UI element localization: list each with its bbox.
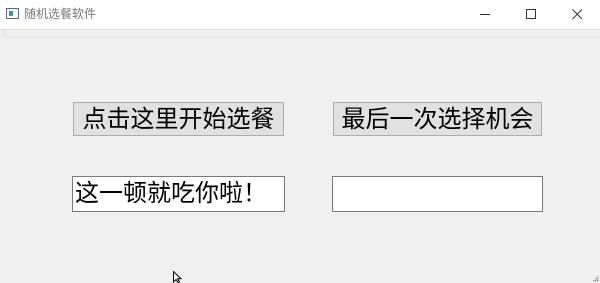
maximize-icon: [526, 9, 536, 19]
app-window: 随机选餐软件 ⋮ 点击这里开始选餐 最后一次选择机会 这一顿就吃你啦！: [0, 0, 600, 283]
resize-grip-icon[interactable]: [593, 276, 599, 282]
maximize-button[interactable]: [509, 0, 555, 29]
result-field[interactable]: 这一顿就吃你啦！: [72, 176, 285, 212]
window-title: 随机选餐软件: [24, 7, 97, 21]
close-button[interactable]: [555, 0, 600, 29]
minimize-icon: [480, 14, 490, 15]
second-result-field[interactable]: [332, 176, 543, 212]
minimize-button[interactable]: [463, 0, 509, 29]
title-bar[interactable]: 随机选餐软件: [0, 0, 600, 29]
menu-separator: ⋮: [0, 29, 600, 37]
start-selection-button[interactable]: 点击这里开始选餐: [73, 102, 284, 136]
app-window-icon: [6, 8, 19, 19]
last-chance-button[interactable]: 最后一次选择机会: [333, 102, 542, 136]
close-icon: [572, 9, 583, 20]
grip-icon: ⋮: [2, 30, 8, 37]
mouse-cursor-icon: [173, 271, 183, 283]
